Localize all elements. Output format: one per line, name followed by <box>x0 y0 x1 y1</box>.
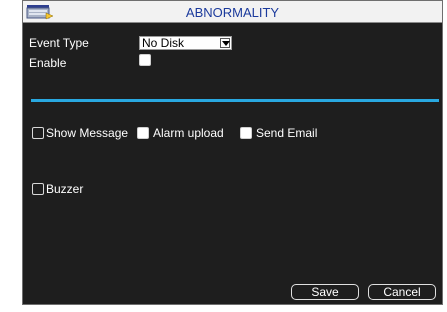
show-message-checkbox[interactable] <box>32 127 44 139</box>
section-divider <box>31 99 439 102</box>
alarm-upload-checkbox[interactable] <box>137 127 149 139</box>
chevron-down-icon[interactable] <box>220 38 230 48</box>
event-type-select[interactable]: No Disk <box>139 36 232 50</box>
buzzer-label: Buzzer <box>46 182 84 196</box>
dialog-title: ABNORMALITY <box>185 5 280 20</box>
event-type-label: Event Type <box>29 36 89 50</box>
cancel-button[interactable]: Cancel <box>368 284 436 300</box>
abnormality-dialog: ABNORMALITY Event Type No Disk Enable Sh… <box>22 0 443 305</box>
send-email-checkbox[interactable] <box>240 127 252 139</box>
event-type-value: No Disk <box>142 36 185 50</box>
alarm-upload-label: Alarm upload <box>153 126 224 140</box>
title-bar: ABNORMALITY <box>23 1 442 23</box>
show-message-label: Show Message <box>46 126 129 140</box>
enable-label: Enable <box>29 56 67 70</box>
enable-checkbox[interactable] <box>139 54 151 66</box>
send-email-label: Send Email <box>256 126 318 140</box>
buzzer-checkbox[interactable] <box>32 183 44 195</box>
save-button[interactable]: Save <box>291 284 359 300</box>
